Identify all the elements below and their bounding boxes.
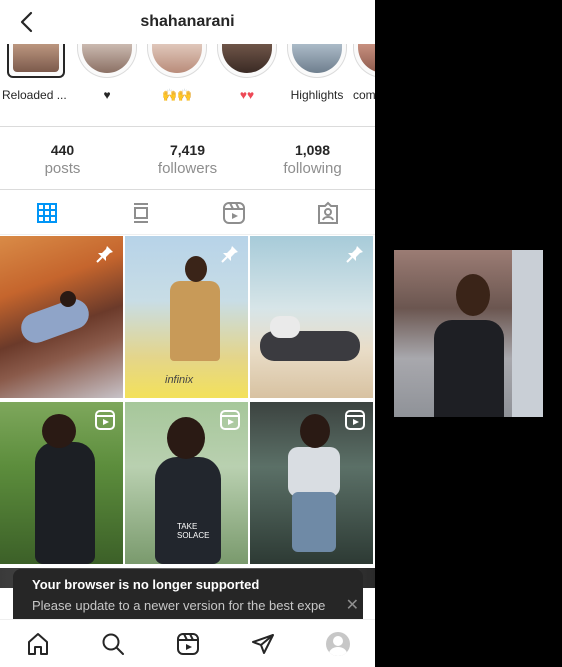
following-value: 1,098 xyxy=(294,142,331,158)
highlight-label: Highlights xyxy=(290,88,344,102)
followers-link[interactable]: 7,419 followers xyxy=(125,127,250,189)
back-arrow-icon[interactable] xyxy=(16,10,40,34)
direct-icon xyxy=(251,633,274,654)
reel-icon xyxy=(220,410,240,430)
highlight-label: com xyxy=(353,88,375,102)
reel-tile[interactable] xyxy=(250,402,373,564)
profile-avatar xyxy=(325,631,350,656)
highlight-label: 🙌🙌 xyxy=(162,88,192,102)
toast-message: Please update to a newer version for the… xyxy=(32,598,326,613)
profile-stats: 440 posts 7,419 followers 1,098 followin… xyxy=(0,126,375,190)
reel-icon xyxy=(95,410,115,430)
grid-icon xyxy=(36,202,57,223)
following-label: following xyxy=(283,160,342,177)
pin-icon xyxy=(96,246,113,263)
highlight-item[interactable]: Reloaded ... xyxy=(2,44,68,102)
reel-icon xyxy=(345,410,365,430)
story-highlights-row: Reloaded ... ♥ 🙌🙌 ♥♥ Highlights com xyxy=(0,44,375,126)
highlight-label: ♥ xyxy=(103,88,111,102)
pin-icon xyxy=(221,246,238,263)
toast-title: Your browser is no longer supported xyxy=(32,577,260,592)
tab-tagged[interactable] xyxy=(281,191,375,234)
bottom-navigation xyxy=(0,619,375,667)
tab-posts-grid[interactable] xyxy=(0,191,94,234)
post-tile[interactable] xyxy=(0,236,123,398)
post-tile[interactable]: infinix xyxy=(125,236,248,398)
tab-reels[interactable] xyxy=(188,191,282,234)
post-tile[interactable] xyxy=(250,236,373,398)
search-icon xyxy=(102,633,124,655)
profile-tabs xyxy=(0,191,375,235)
highlight-item[interactable]: ♥ xyxy=(75,44,139,102)
nav-reels[interactable] xyxy=(150,620,225,667)
reels-icon xyxy=(223,201,246,224)
close-icon[interactable]: ✕ xyxy=(346,595,359,615)
nav-search[interactable] xyxy=(75,620,150,667)
reel-tile[interactable]: TAKE SOLACE xyxy=(125,402,248,564)
post-caption-text: infinix xyxy=(165,374,194,386)
highlight-item[interactable]: ♥♥ xyxy=(215,44,279,102)
pin-icon xyxy=(346,246,363,263)
tab-feed[interactable] xyxy=(94,191,188,234)
posts-value: 440 xyxy=(50,142,75,158)
profile-username: shahanarani xyxy=(140,13,235,30)
feed-icon xyxy=(133,202,148,223)
tagged-icon xyxy=(318,201,339,224)
reel-tile[interactable] xyxy=(0,402,123,564)
posts-label: posts xyxy=(44,160,81,177)
highlight-item[interactable]: Highlights xyxy=(285,44,349,102)
reels-icon xyxy=(176,632,199,655)
nav-profile[interactable] xyxy=(300,620,375,667)
post-caption-text: TAKE SOLACE xyxy=(177,522,210,540)
following-link[interactable]: 1,098 following xyxy=(250,127,375,189)
instagram-profile-page: shahanarani Reloaded ... ♥ 🙌🙌 ♥♥ Highlig… xyxy=(0,0,375,667)
top-bar: shahanarani xyxy=(0,0,375,44)
nav-home[interactable] xyxy=(0,620,75,667)
post-preview-image[interactable] xyxy=(394,250,543,417)
highlight-label: ♥♥ xyxy=(239,88,255,102)
posts-count: 440 posts xyxy=(0,127,125,189)
followers-value: 7,419 xyxy=(169,142,206,158)
highlight-item[interactable]: com xyxy=(353,44,375,102)
highlight-item[interactable]: 🙌🙌 xyxy=(145,44,209,102)
home-icon xyxy=(27,632,48,655)
highlight-label: Reloaded ... xyxy=(2,88,67,102)
followers-label: followers xyxy=(157,160,218,177)
nav-direct[interactable] xyxy=(225,620,300,667)
